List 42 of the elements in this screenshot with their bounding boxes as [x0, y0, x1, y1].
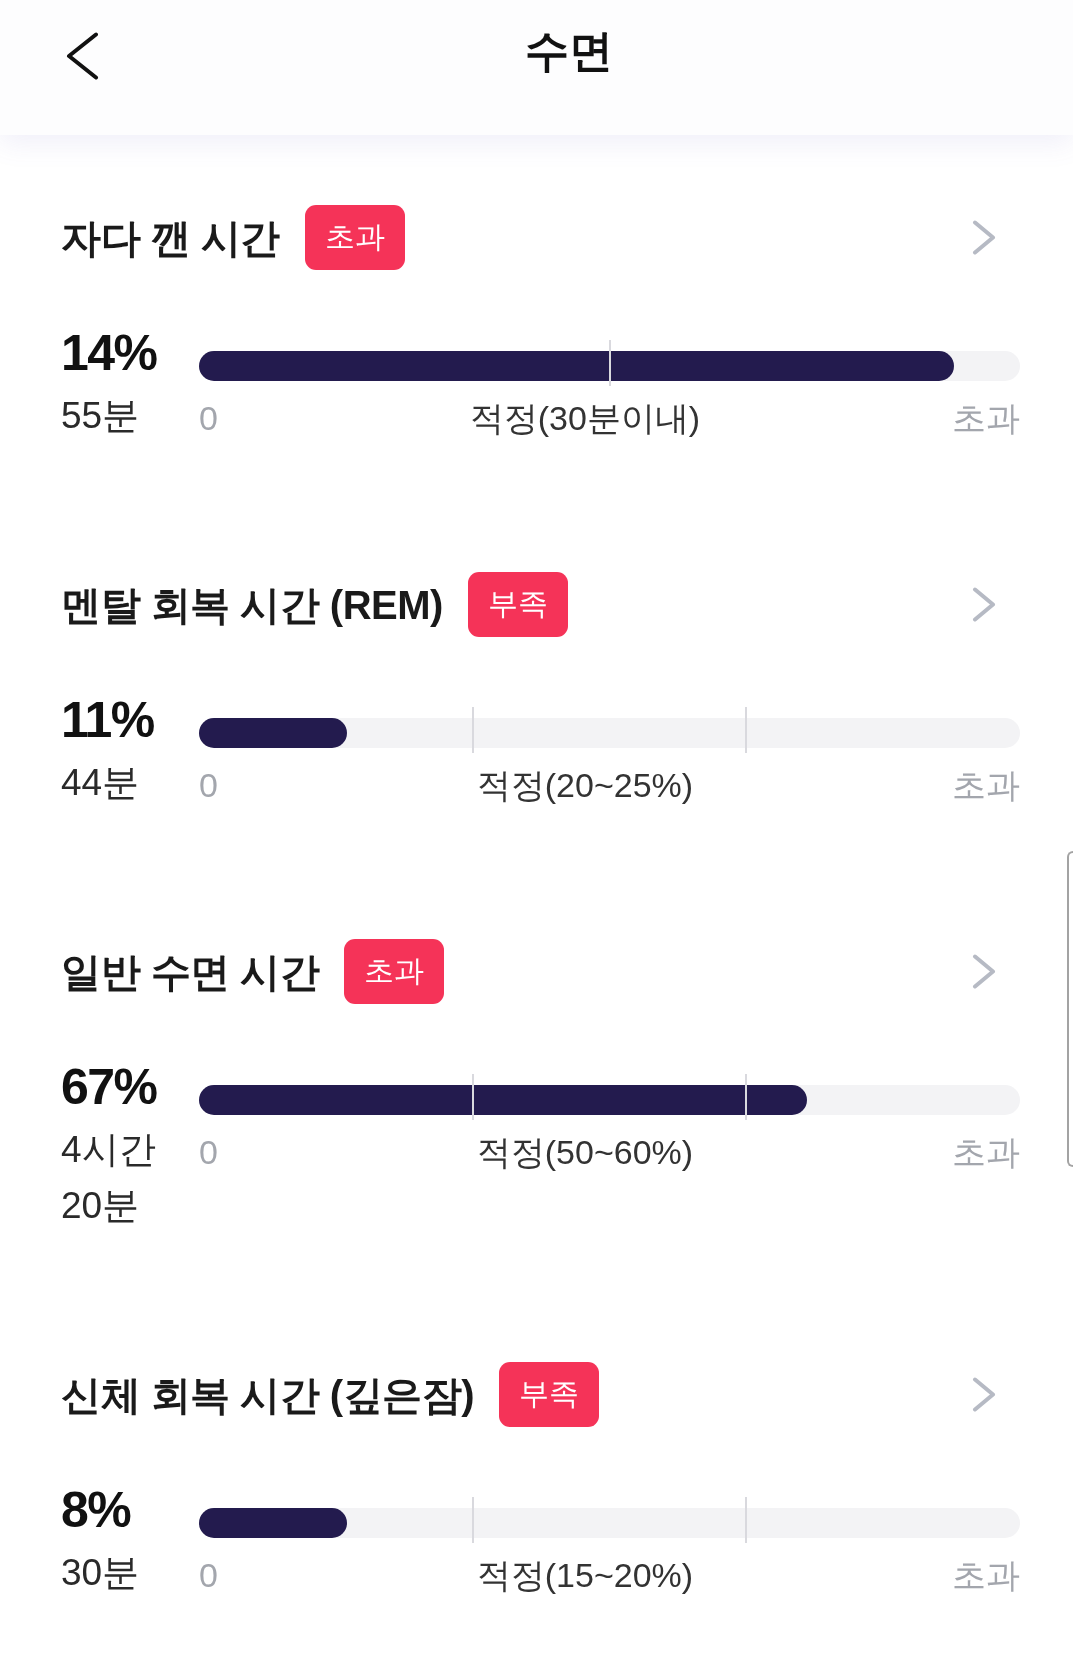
tick-mark: [745, 1497, 748, 1543]
tick-mark: [471, 1497, 474, 1543]
scale-end-label: 초과: [952, 765, 1020, 806]
scale-start-label: 0: [199, 765, 218, 806]
section-title: 일반 수면 시간: [61, 948, 320, 996]
scale-start-label: 0: [199, 1555, 218, 1596]
tick-mark: [471, 1074, 474, 1120]
chevron-right-icon[interactable]: [972, 587, 996, 622]
percent-value: 14%: [61, 324, 157, 383]
tick-mark: [471, 707, 474, 753]
scale-end-label: 초과: [952, 1555, 1020, 1596]
section-title: 멘탈 회복 시간 (REM): [61, 581, 443, 629]
status-badge: 부족: [499, 1362, 599, 1427]
duration-value: 44분: [61, 761, 140, 805]
status-badge: 초과: [304, 205, 405, 270]
section-title: 신체 회복 시간 (깊은잠): [61, 1371, 474, 1419]
chevron-left-icon[interactable]: [65, 32, 99, 80]
tick-mark: [745, 707, 748, 753]
scale-end-label: 초과: [952, 1132, 1020, 1173]
scale-end-label: 초과: [952, 398, 1020, 439]
target-range-label: 적정(30분이내): [469, 398, 701, 439]
percent-value: 11%: [61, 691, 154, 750]
chevron-right-icon[interactable]: [972, 954, 996, 989]
target-range-label: 적정(20~25%): [476, 765, 694, 806]
target-range-label: 적정(15~20%): [476, 1555, 694, 1596]
target-range-label: 적정(50~60%): [476, 1132, 694, 1173]
duration-value: 30분: [61, 1551, 140, 1595]
percent-value: 8%: [61, 1481, 131, 1540]
percent-value: 67%: [61, 1058, 157, 1117]
scale-start-label: 0: [199, 1132, 218, 1173]
scroll-handle[interactable]: [1067, 851, 1073, 1167]
section-title: 자다 깬 시간: [61, 214, 280, 262]
scale-start-label: 0: [199, 398, 218, 439]
page-title: 수면: [525, 25, 613, 77]
duration-value: 4시간 20분: [61, 1128, 157, 1228]
status-badge: 부족: [467, 572, 568, 637]
duration-value: 55분: [61, 394, 140, 438]
chevron-right-icon[interactable]: [972, 1377, 996, 1412]
status-badge: 초과: [344, 939, 445, 1004]
tick-mark: [608, 340, 611, 386]
chevron-right-icon[interactable]: [972, 220, 996, 255]
tick-mark: [745, 1074, 748, 1120]
